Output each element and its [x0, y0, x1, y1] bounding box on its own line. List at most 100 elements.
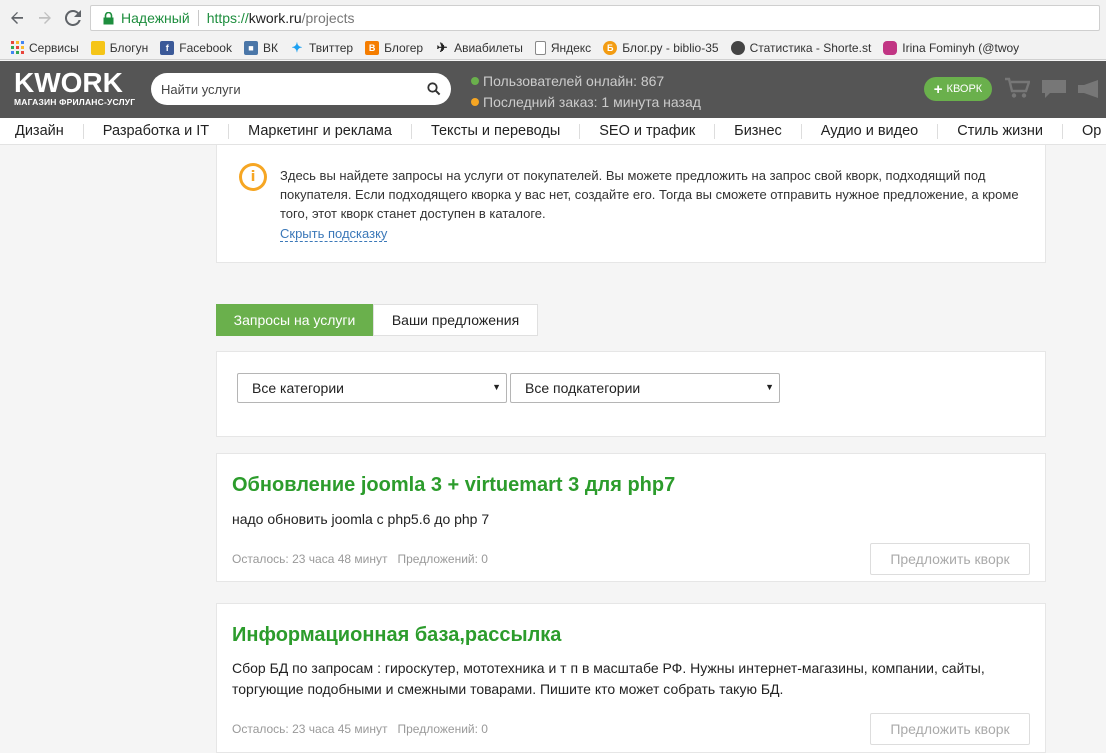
subcategory-select-value: Все подкатегории — [525, 380, 641, 396]
plane-icon: ✈ — [436, 39, 448, 55]
blogger-icon: B — [365, 40, 380, 55]
project-meta: Осталось: 23 часа 48 минут Предложений: 0 — [232, 552, 488, 566]
bookmark-label: Блог.ру - biblio-35 — [622, 40, 719, 55]
bookmark-label: Авиабилеты — [454, 40, 523, 55]
browser-toolbar: Надежный https://kwork.ru/projects — [0, 0, 1106, 36]
bookmark-blogru[interactable]: Б Блог.ру - biblio-35 — [603, 40, 719, 55]
plus-icon: + — [933, 80, 943, 98]
project-description: надо обновить joomla с php5.6 до php 7 — [232, 511, 490, 527]
project-title[interactable]: Информационная база,рассылка — [232, 624, 561, 647]
category-nav: Дизайн Разработка и IT Маркетинг и рекла… — [0, 118, 1106, 145]
category-item[interactable]: Ор — [1063, 123, 1106, 139]
category-item[interactable]: Маркетинг и реклама — [229, 123, 412, 139]
bookmark-label: Твиттер — [308, 40, 354, 55]
lock-icon — [101, 11, 115, 25]
subcategory-select[interactable]: Все подкатегории ▼ — [510, 373, 780, 403]
url-scheme: https:// — [206, 10, 249, 26]
url-path: /projects — [301, 10, 355, 26]
online-dot-icon — [471, 77, 479, 85]
cart-icon[interactable] — [1004, 77, 1031, 104]
address-bar[interactable]: Надежный https://kwork.ru/projects — [90, 5, 1100, 31]
category-item[interactable]: Аудио и видео — [802, 123, 939, 139]
bookmark-blogun[interactable]: Блогун — [90, 40, 149, 55]
page-icon — [534, 40, 546, 55]
logo-tagline: МАГАЗИН ФРИЛАНС-УСЛУГ — [14, 97, 136, 107]
category-item[interactable]: Тексты и переводы — [412, 123, 581, 139]
bookmark-facebook[interactable]: f Facebook — [160, 40, 232, 55]
hint-text: Здесь вы найдете запросы на услуги от по… — [280, 168, 1019, 221]
instagram-icon — [883, 40, 898, 55]
users-online-row: Пользователей онлайн: 867 — [471, 71, 701, 92]
project-meta: Осталось: 23 часа 45 минут Предложений: 0 — [232, 722, 488, 736]
messages-icon[interactable] — [1041, 79, 1067, 104]
back-button[interactable] — [6, 7, 28, 29]
search-icon[interactable] — [427, 82, 441, 101]
blogru-icon: Б — [603, 40, 618, 55]
bookmark-avia[interactable]: ✈ Авиабилеты — [435, 39, 523, 55]
offer-kwork-button[interactable]: Предложить кворк — [870, 543, 1030, 575]
bookmark-shortest[interactable]: Статистика - Shorte.st — [730, 40, 872, 55]
info-icon: i — [239, 163, 267, 191]
tab-requests[interactable]: Запросы на услуги — [216, 304, 373, 336]
bookmark-label: Блогун — [109, 40, 149, 55]
category-item[interactable]: Стиль жизни — [938, 123, 1064, 139]
add-kwork-label: КВОРК — [946, 83, 983, 95]
project-card: Информационная база,рассылка Сбор БД по … — [216, 603, 1046, 753]
hide-hint-link[interactable]: Скрыть подсказку — [280, 226, 388, 242]
bookmark-vk[interactable]: ■ ВК — [243, 40, 278, 55]
omnibox-divider — [197, 10, 199, 26]
bookmark-label: Irina Fominyh (@twoy — [902, 40, 1020, 55]
category-select-value: Все категории — [252, 380, 344, 396]
offer-kwork-button[interactable]: Предложить кворк — [870, 713, 1030, 745]
arrow-left-icon — [11, 12, 23, 24]
bookmark-services[interactable]: Сервисы — [10, 41, 79, 55]
apps-grid-icon — [10, 41, 24, 55]
bookmark-label: Блогер — [384, 40, 424, 55]
dropdown-arrow-icon: ▼ — [492, 382, 501, 392]
category-item[interactable]: Бизнес — [715, 123, 802, 139]
dropdown-arrow-icon: ▼ — [765, 382, 774, 392]
kwork-logo[interactable]: KWORK МАГАЗИН ФРИЛАНС-УСЛУГ — [14, 69, 136, 108]
hint-panel: i Здесь вы найдете запросы на услуги от … — [216, 145, 1046, 263]
bookmark-instagram[interactable]: Irina Fominyh (@twoy — [883, 40, 1020, 55]
add-kwork-button[interactable]: + КВОРК — [924, 77, 992, 101]
forward-button[interactable] — [34, 7, 56, 29]
project-title[interactable]: Обновление joomla 3 + virtuemart 3 для p… — [232, 474, 675, 497]
time-left: Осталось: 23 часа 48 минут — [232, 552, 388, 566]
twitter-icon: ✦ — [291, 39, 303, 55]
category-item[interactable]: Дизайн — [0, 123, 84, 139]
facebook-icon: f — [160, 40, 175, 55]
filter-panel: Все категории ▼ Все подкатегории ▼ — [216, 351, 1046, 437]
last-order: Последний заказ: 1 минута назад — [483, 94, 701, 110]
reload-icon — [65, 10, 81, 26]
site-header: KWORK МАГАЗИН ФРИЛАНС-УСЛУГ Пользователе… — [0, 61, 1106, 118]
bookmark-label: Яндекс — [550, 40, 592, 55]
search-input[interactable] — [161, 81, 421, 97]
vk-icon: ■ — [243, 40, 258, 55]
project-description: Сбор БД по запросам : гироскутер, мототе… — [232, 660, 985, 697]
bookmark-blogger[interactable]: B Блогер — [365, 40, 424, 55]
bookmark-yandex[interactable]: Яндекс — [534, 40, 592, 55]
secure-label: Надежный — [121, 10, 190, 26]
bookmark-label: Статистика - Shorte.st — [749, 40, 872, 55]
offers-count: Предложений: 0 — [397, 552, 488, 566]
project-card: Обновление joomla 3 + virtuemart 3 для p… — [216, 453, 1046, 582]
arrow-right-icon — [39, 12, 51, 24]
bookmark-twitter[interactable]: ✦ Твиттер — [290, 39, 354, 55]
shortest-icon — [730, 40, 745, 55]
category-item[interactable]: Разработка и IT — [84, 123, 230, 139]
reload-button[interactable] — [62, 7, 84, 29]
tab-my-offers[interactable]: Ваши предложения — [373, 304, 538, 336]
category-select[interactable]: Все категории ▼ — [237, 373, 507, 403]
time-left: Осталось: 23 часа 45 минут — [232, 722, 388, 736]
bookmark-label: Сервисы — [29, 40, 79, 55]
order-dot-icon — [471, 98, 479, 106]
bookmarks-bar: Сервисы Блогун f Facebook ■ ВК ✦ Твиттер… — [0, 36, 1106, 60]
url-host: kwork.ru — [248, 10, 302, 26]
category-item[interactable]: SEO и трафик — [580, 123, 716, 139]
last-order-row: Последний заказ: 1 минута назад — [471, 92, 701, 113]
users-online: Пользователей онлайн: 867 — [483, 73, 665, 89]
megaphone-icon[interactable] — [1077, 79, 1106, 104]
blogun-icon — [90, 40, 105, 55]
offers-count: Предложений: 0 — [397, 722, 488, 736]
